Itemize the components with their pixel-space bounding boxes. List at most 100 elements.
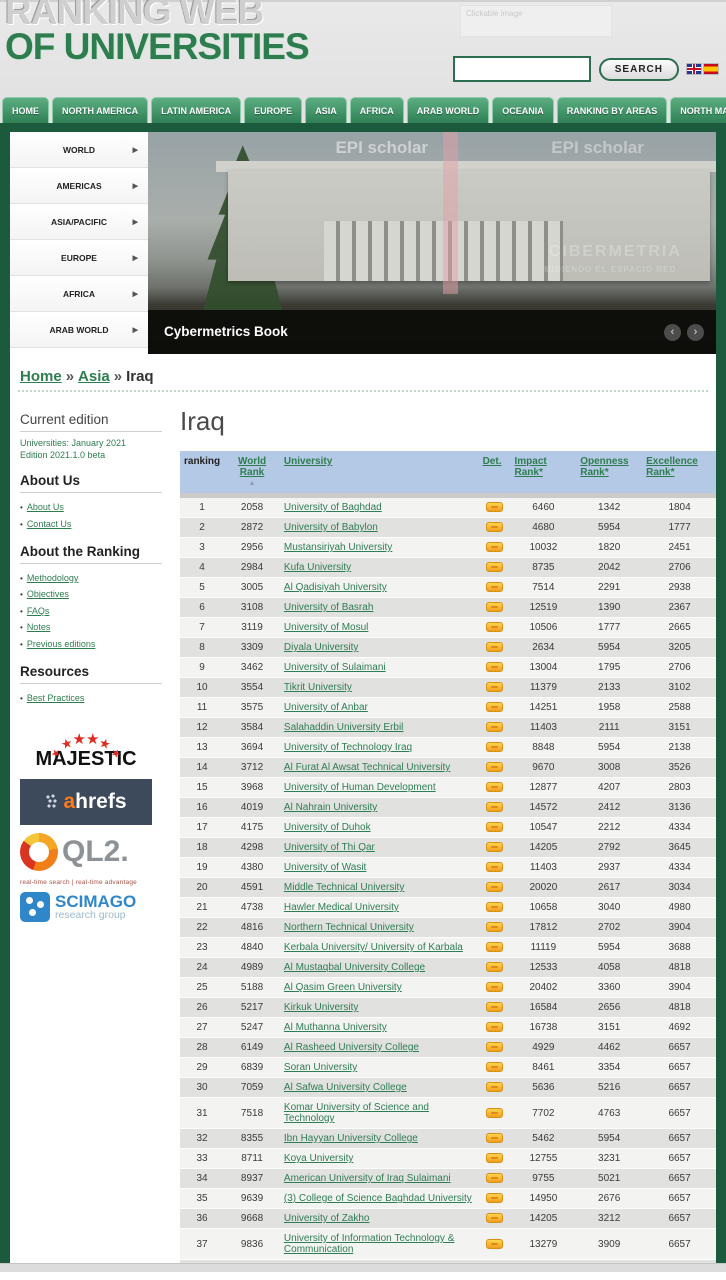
detail-icon[interactable]: [486, 1082, 503, 1092]
sidebar-link-best-practices[interactable]: Best Practices: [27, 693, 85, 703]
banner-caption[interactable]: Cybermetrics Book: [148, 310, 716, 354]
sidebar-link-contact-us[interactable]: Contact Us: [27, 519, 72, 529]
nav-tab-oceania[interactable]: OCEANIA: [492, 97, 554, 123]
university-link[interactable]: Diyala University: [284, 642, 358, 653]
detail-icon[interactable]: [486, 582, 503, 592]
detail-icon[interactable]: [486, 502, 503, 512]
university-link[interactable]: University of Thi Qar: [284, 842, 375, 853]
university-link[interactable]: University of Sulaimani: [284, 662, 386, 673]
region-menu-item-africa[interactable]: AFRICA▶: [10, 276, 148, 312]
detail-icon[interactable]: [486, 1239, 503, 1249]
nav-tab-ranking-by-areas[interactable]: RANKING BY AREAS: [557, 97, 668, 123]
detail-icon[interactable]: [486, 642, 503, 652]
detail-icon[interactable]: [486, 542, 503, 552]
ahrefs-logo[interactable]: ahrefs: [20, 779, 152, 825]
sidebar-link-notes[interactable]: Notes: [27, 622, 51, 632]
detail-icon[interactable]: [486, 1133, 503, 1143]
detail-icon[interactable]: [486, 1213, 503, 1223]
detail-icon[interactable]: [486, 1002, 503, 1012]
detail-icon[interactable]: [486, 622, 503, 632]
sidebar-link-objectives[interactable]: Objectives: [27, 589, 69, 599]
detail-icon[interactable]: [486, 822, 503, 832]
detail-icon[interactable]: [486, 962, 503, 972]
university-link[interactable]: University of Anbar: [284, 702, 368, 713]
nav-tab-arab-world[interactable]: ARAB WORLD: [407, 97, 490, 123]
detail-icon[interactable]: [486, 862, 503, 872]
detail-icon[interactable]: [486, 1042, 503, 1052]
university-link[interactable]: Komar University of Science and Technolo…: [284, 1102, 429, 1124]
university-link[interactable]: (3) College of Science Baghdad Universit…: [284, 1193, 472, 1204]
detail-icon[interactable]: [486, 662, 503, 672]
detail-icon[interactable]: [486, 782, 503, 792]
university-link[interactable]: Kufa University: [284, 562, 351, 573]
university-link[interactable]: Middle Technical University: [284, 882, 404, 893]
detail-icon[interactable]: [486, 522, 503, 532]
university-link[interactable]: Al Mustaqbal University College: [284, 962, 425, 973]
search-button[interactable]: SEARCH: [599, 58, 679, 81]
col-excellence-rank[interactable]: Excellence Rank*: [642, 451, 717, 496]
breadcrumb-item-asia[interactable]: Asia: [78, 368, 110, 385]
university-link[interactable]: Al Furat Al Awsat Technical University: [284, 762, 450, 773]
detail-icon[interactable]: [486, 982, 503, 992]
carousel-prev-icon[interactable]: ‹: [664, 324, 681, 341]
detail-icon[interactable]: [486, 1153, 503, 1163]
detail-icon[interactable]: [486, 742, 503, 752]
scimago-logo[interactable]: SCIMAGOresearch group: [20, 892, 152, 922]
detail-icon[interactable]: [486, 602, 503, 612]
university-link[interactable]: University of Duhok: [284, 822, 371, 833]
detail-icon[interactable]: [486, 802, 503, 812]
university-link[interactable]: Hawler Medical University: [284, 902, 399, 913]
university-link[interactable]: Al Nahrain University: [284, 802, 377, 813]
nav-tab-latin-america[interactable]: LATIN AMERICA: [151, 97, 241, 123]
university-link[interactable]: University of Baghdad: [284, 502, 382, 513]
region-menu-item-americas[interactable]: AMERICAS▶: [10, 168, 148, 204]
region-menu-item-arab-world[interactable]: ARAB WORLD▶: [10, 312, 148, 348]
university-link[interactable]: Al Rasheed University College: [284, 1042, 419, 1053]
university-link[interactable]: University of Information Technology & C…: [284, 1233, 454, 1255]
university-link[interactable]: Kirkuk University: [284, 1002, 358, 1013]
nav-tab-north-macedonia[interactable]: NORTH MACEDONIA: [670, 97, 726, 123]
sidebar-link-faqs[interactable]: FAQs: [27, 606, 50, 616]
detail-icon[interactable]: [486, 762, 503, 772]
sidebar-link-methodology[interactable]: Methodology: [27, 573, 79, 583]
col-impact-rank[interactable]: Impact Rank*: [511, 451, 577, 496]
nav-tab-north-america[interactable]: NORTH AMERICA: [52, 97, 148, 123]
university-link[interactable]: University of Wasit: [284, 862, 366, 873]
university-link[interactable]: Al Qadisiyah University: [284, 582, 387, 593]
region-menu-item-europe[interactable]: EUROPE▶: [10, 240, 148, 276]
detail-icon[interactable]: [486, 1022, 503, 1032]
university-link[interactable]: Ibn Hayyan University College: [284, 1133, 418, 1144]
col-det[interactable]: Det.: [479, 451, 511, 496]
col-world-rank[interactable]: World Rank ▲: [224, 451, 280, 496]
nav-tab-home[interactable]: HOME: [2, 97, 49, 123]
sidebar-link-about-us[interactable]: About Us: [27, 502, 64, 512]
university-link[interactable]: Salahaddin University Erbil: [284, 722, 404, 733]
detail-icon[interactable]: [486, 1193, 503, 1203]
detail-icon[interactable]: [486, 922, 503, 932]
university-link[interactable]: Soran University: [284, 1062, 357, 1073]
university-link[interactable]: University of Zakho: [284, 1213, 370, 1224]
university-link[interactable]: University of Babylon: [284, 522, 378, 533]
university-link[interactable]: Koya University: [284, 1153, 353, 1164]
region-menu-item-world[interactable]: WORLD▶: [10, 132, 148, 168]
detail-icon[interactable]: [486, 1173, 503, 1183]
search-input[interactable]: [453, 56, 591, 82]
detail-icon[interactable]: [486, 902, 503, 912]
university-link[interactable]: Northern Technical University: [284, 922, 414, 933]
detail-icon[interactable]: [486, 1108, 503, 1118]
detail-icon[interactable]: [486, 562, 503, 572]
nav-tab-asia[interactable]: ASIA: [305, 97, 347, 123]
col-openness-rank[interactable]: Openness Rank*: [576, 451, 642, 496]
university-link[interactable]: University of Basrah: [284, 602, 373, 613]
university-link[interactable]: University of Technology Iraq: [284, 742, 412, 753]
nav-tab-europe[interactable]: EUROPE: [244, 97, 302, 123]
university-link[interactable]: University of Mosul: [284, 622, 368, 633]
detail-icon[interactable]: [486, 682, 503, 692]
university-link[interactable]: Al Safwa University College: [284, 1082, 407, 1093]
breadcrumb-item-home[interactable]: Home: [20, 368, 62, 385]
detail-icon[interactable]: [486, 942, 503, 952]
detail-icon[interactable]: [486, 702, 503, 712]
ql2-logo[interactable]: QL2.: [20, 833, 152, 871]
university-link[interactable]: Al Qasim Green University: [284, 982, 402, 993]
detail-icon[interactable]: [486, 1062, 503, 1072]
